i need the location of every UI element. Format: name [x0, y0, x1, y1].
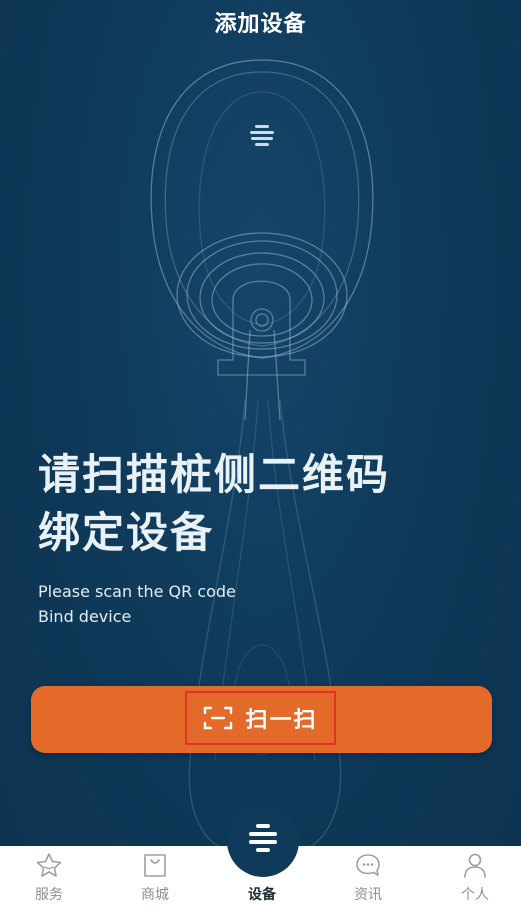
star-icon [36, 853, 62, 877]
device-center-button[interactable] [227, 805, 299, 877]
instruction-headline: 请扫描桩侧二维码 绑定设备 [38, 446, 390, 562]
tab-profile[interactable]: 个人 [445, 852, 505, 904]
tab-mall[interactable]: 商城 [125, 852, 185, 904]
brand-logo-icon [250, 125, 274, 146]
tab-mall-label: 商城 [141, 887, 169, 903]
subtitle-line-1: Please scan the QR code [38, 582, 236, 601]
tab-news-label: 资讯 [354, 887, 382, 903]
user-icon [464, 853, 486, 878]
chat-bubble-icon [356, 854, 380, 876]
headline-line-2: 绑定设备 [38, 508, 215, 557]
tab-news[interactable]: 资讯 [338, 852, 398, 904]
shopping-bag-icon [144, 854, 166, 877]
charger-logo-icon [249, 824, 277, 852]
scan-button-content[interactable]: 扫一扫 [185, 691, 336, 745]
scan-button-label: 扫一扫 [245, 708, 318, 733]
page-title: 添加设备 [214, 12, 307, 37]
tab-profile-label: 个人 [461, 887, 489, 903]
tab-device[interactable]: 设备 [232, 882, 292, 904]
subtitle-line-2: Bind device [38, 607, 132, 626]
headline-line-1: 请扫描桩侧二维码 [38, 450, 391, 499]
add-device-screen: 添加设备 请扫描桩侧二维码 绑定设备 Please scan the QR co… [0, 0, 521, 910]
tab-service-label: 服务 [35, 887, 63, 903]
tab-service[interactable]: 服务 [19, 852, 79, 904]
instruction-subtitle: Please scan the QR code Bind device [38, 579, 236, 629]
tab-device-label: 设备 [248, 887, 276, 903]
scan-qr-icon [204, 706, 233, 730]
